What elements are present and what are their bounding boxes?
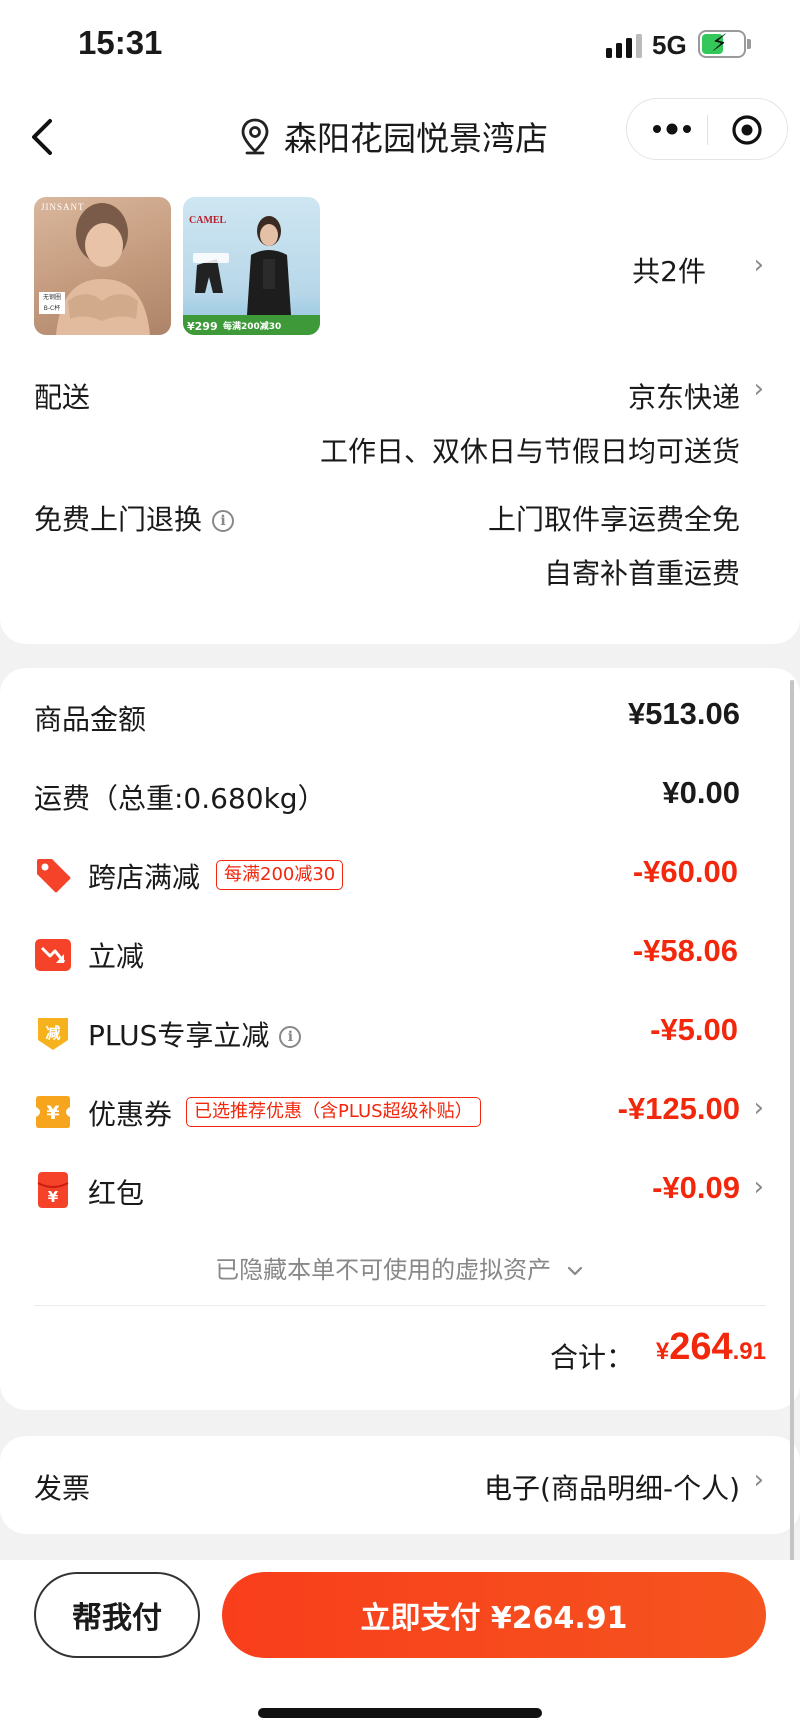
- svg-text:减: 减: [45, 1024, 60, 1042]
- plus-discount-label-group: PLUS专享立减 i: [88, 1014, 302, 1054]
- red-packet-amount[interactable]: -¥0.09: [652, 1170, 740, 1206]
- returns-line2: 自寄补首重运费: [543, 557, 740, 590]
- product-thumbnail-1[interactable]: JINSANT 无钢圈 B-C杯: [34, 197, 171, 335]
- returns-line1: 上门取件享运费全免: [487, 503, 740, 536]
- chevron-right-icon: ›: [753, 374, 764, 404]
- coupon-icon: ¥: [36, 1096, 70, 1128]
- coupon-amount[interactable]: -¥125.00: [618, 1091, 740, 1127]
- pay-now-button[interactable]: 立即支付 ¥264.91: [222, 1572, 766, 1658]
- scrollbar[interactable]: [790, 680, 794, 1570]
- status-time: 15:31: [78, 24, 163, 61]
- coupon-label: 优惠券: [88, 1098, 173, 1131]
- battery-icon: ⚡: [698, 29, 751, 58]
- plus-discount-icon: 减: [38, 1018, 68, 1050]
- back-button[interactable]: [20, 107, 70, 167]
- help-me-pay-button[interactable]: 帮我付: [34, 1572, 200, 1658]
- product-promo-strip-2: ¥299 每满200减30: [183, 315, 320, 335]
- miniapp-capsule: [626, 98, 788, 160]
- chevron-down-icon: [567, 1266, 582, 1276]
- cross-store-badge: 每满200减30: [216, 860, 344, 890]
- nav-bar: 森阳花园悦景湾店: [0, 92, 800, 182]
- goods-amount: ¥513.06: [627, 696, 740, 731]
- network-type: 5G: [652, 30, 687, 60]
- cross-store-label: 跨店满减: [88, 861, 201, 894]
- location-pin-icon: [241, 118, 269, 155]
- delivery-carrier[interactable]: 京东快递: [628, 376, 740, 416]
- checkout-bar: 帮我付 立即支付 ¥264.91: [0, 1560, 800, 1730]
- red-packet-label: 红包: [88, 1177, 145, 1210]
- info-icon[interactable]: i: [212, 510, 235, 532]
- status-bar: 15:31 5G ⚡: [0, 0, 800, 92]
- delivery-schedule: 工作日、双休日与节假日均可送货: [319, 435, 740, 468]
- chevron-right-icon: ›: [753, 1465, 764, 1495]
- total-amount: ¥264.91: [655, 1326, 766, 1368]
- chevron-right-icon: ›: [753, 1172, 764, 1202]
- plus-discount-amount: -¥5.00: [650, 1012, 738, 1047]
- shipping-label: 运费（总重:0.680kg）: [34, 782, 326, 815]
- invoice-value[interactable]: 电子(商品明细-个人): [484, 1467, 740, 1507]
- close-miniapp-icon[interactable]: [730, 113, 764, 147]
- returns-label: 免费上门退换: [34, 503, 203, 536]
- product-brand-2: CAMEL: [189, 215, 227, 226]
- shipping-amount: ¥0.00: [662, 775, 740, 810]
- red-packet-icon: ¥: [37, 1172, 69, 1208]
- invoice-label: 发票: [34, 1472, 91, 1505]
- plus-discount-label: PLUS专享立减: [88, 1019, 270, 1052]
- chevron-left-icon: [32, 119, 52, 155]
- product-thumbnail-2[interactable]: CAMEL ¥299 每满200减30: [183, 197, 320, 335]
- more-icon[interactable]: [649, 115, 695, 143]
- signal-icon: [606, 34, 642, 58]
- item-count[interactable]: 共2件: [632, 250, 706, 290]
- cross-store-amount: -¥60.00: [632, 854, 738, 889]
- product-tag-1: 无钢圈 B-C杯: [39, 292, 65, 314]
- order-items-card: JINSANT 无钢圈 B-C杯 CAMEL ¥299 每满200减30 共2件 …: [0, 182, 800, 644]
- returns-label-group: 免费上门退换 i: [34, 498, 235, 538]
- total-label: 合计：: [549, 1341, 634, 1374]
- divider: [34, 1305, 766, 1306]
- product-brand-1: JINSANT: [41, 202, 85, 212]
- svg-text:¥: ¥: [48, 1188, 59, 1206]
- coupon-badge: 已选推荐优惠（含PLUS超级补贴）: [186, 1097, 481, 1127]
- product-image-1: [56, 203, 150, 335]
- store-title: 森阳花园悦景湾店: [284, 119, 548, 158]
- chevron-right-icon: ›: [753, 250, 764, 280]
- instant-discount-amount: -¥58.06: [632, 933, 738, 968]
- instant-discount-label: 立减: [88, 940, 145, 973]
- price-drop-icon: [35, 939, 71, 971]
- hidden-assets-toggle[interactable]: 已隐藏本单不可使用的虚拟资产: [0, 1250, 800, 1285]
- chevron-right-icon: ›: [753, 1093, 764, 1123]
- info-icon[interactable]: i: [279, 1026, 302, 1048]
- store-title-group[interactable]: 森阳花园悦景湾店: [240, 108, 548, 164]
- home-indicator: [258, 1708, 542, 1718]
- delivery-label: 配送: [34, 381, 91, 414]
- svg-text:¥: ¥: [46, 1102, 59, 1124]
- goods-amount-label: 商品金额: [34, 703, 147, 736]
- price-tag-icon: [37, 859, 71, 893]
